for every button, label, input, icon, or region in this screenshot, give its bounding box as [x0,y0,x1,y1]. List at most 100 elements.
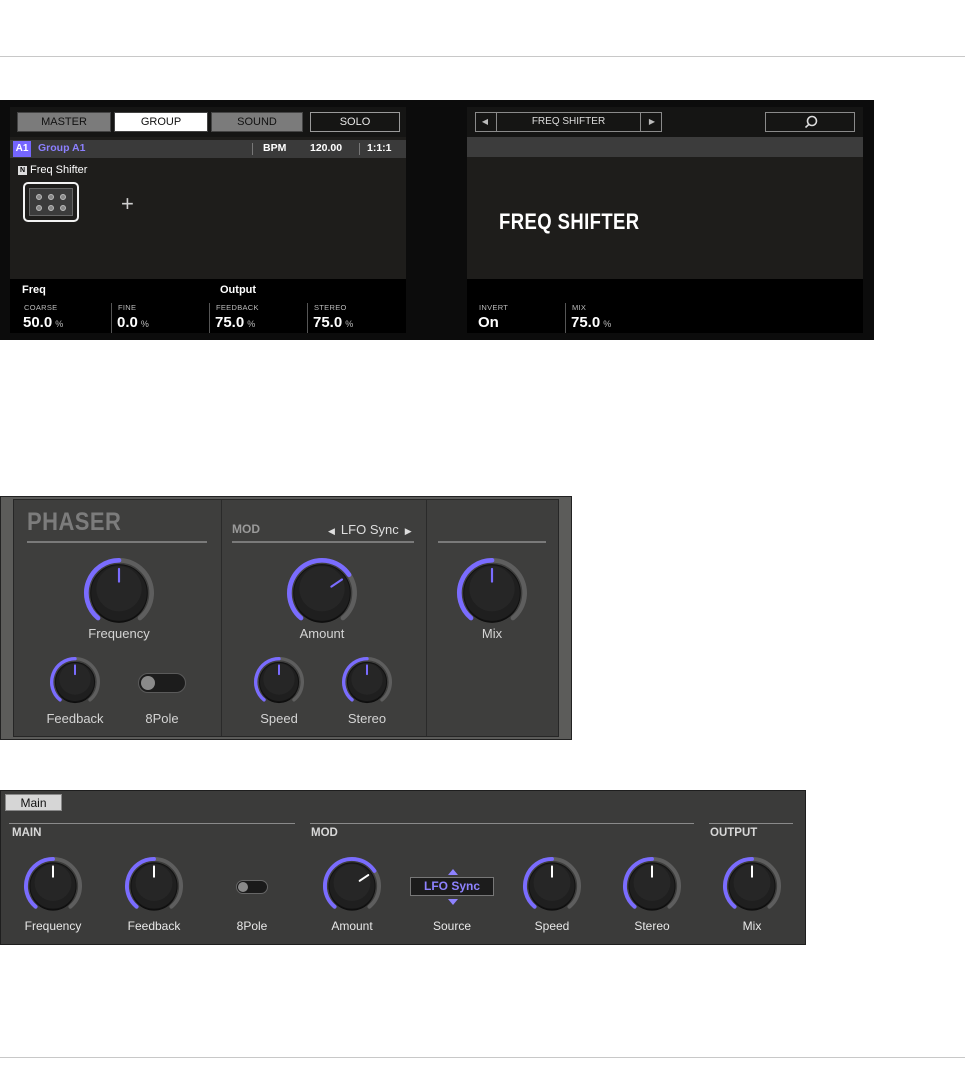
speed-label: Speed [260,711,298,726]
section-freq: Freq [22,284,46,296]
param-coarse[interactable]: COARSE 50.0% [18,303,110,333]
display-tab-bar: MASTER GROUP SOUND SOLO [10,107,406,137]
bar-separator [359,143,360,155]
output-section-label: OUTPUT [710,827,758,839]
display-tab-bar: ◀ FREQ SHIFTER ▶ [467,107,863,137]
lfo-mode-value: LFO Sync [340,522,399,537]
bar-separator [252,143,253,155]
section-divider [221,500,222,736]
phaser-plugin-panel: PHASER MOD ◀ LFO Sync ▶ Frequency Feedback… [0,496,572,740]
param-name: COARSE [24,303,58,312]
output-underline [438,541,546,543]
add-plugin-icon[interactable]: + [121,193,134,215]
section-output: Output [220,284,257,296]
preset-next-icon[interactable]: ▶ [643,113,661,131]
tab-master[interactable]: MASTER [17,112,111,132]
hardware-displays: MASTER GROUP SOUND SOLO A1 Group A1 BPM … [0,100,874,340]
param-mix[interactable]: MIX 75.0% [565,303,663,333]
search-icon [804,115,818,129]
param-value: 50.0% [23,314,64,331]
param-name: INVERT [479,303,509,312]
speed-label: Speed [534,919,570,933]
lfo-mode-selector[interactable]: ◀ LFO Sync ▶ [328,522,412,537]
preset-selector[interactable]: ◀ FREQ SHIFTER ▶ [475,112,662,132]
amount-label: Amount [299,626,345,641]
tab-main[interactable]: Main [5,794,62,811]
frequency-knob[interactable] [83,557,155,629]
group-badge: A1 [13,141,31,157]
speed-knob[interactable] [522,856,582,916]
thumb-knob [36,194,42,200]
preset-name: FREQ SHIFTER [496,113,641,131]
amount-knob[interactable] [322,856,382,916]
main-section-label: MAIN [12,827,42,839]
mod-underline [232,541,414,543]
stereo-label: Stereo [634,919,670,933]
param-value: 75.0% [571,314,612,331]
thumb-knob [48,205,54,211]
8pole-toggle[interactable] [138,673,186,693]
toggle-knob [141,676,155,690]
param-value: 75.0% [313,314,354,331]
thumb-knob [36,205,42,211]
stereo-label: Stereo [347,711,387,726]
param-value: On [478,314,499,331]
bpm-label: BPM [263,142,287,154]
plugin-name: Freq Shifter [30,164,88,176]
bottom-divider [0,1057,965,1058]
preset-info-bar [467,137,863,157]
tab-sound[interactable]: SOUND [211,112,303,132]
lfo-next-icon[interactable]: ▶ [405,526,412,536]
plugin-thumbnail-icon [29,188,73,216]
amount-label: Amount [331,919,373,933]
param-fine[interactable]: FINE 0.0% [111,303,209,333]
param-value: 75.0% [215,314,256,331]
stereo-knob[interactable] [622,856,682,916]
plugin-title: FREQ SHIFTER [499,209,640,234]
source-up-icon[interactable] [448,869,458,875]
thumb-knob [48,194,54,200]
param-name: STEREO [314,303,347,312]
param-feedback[interactable]: FEEDBACK 75.0% [209,303,307,333]
tab-group[interactable]: GROUP [114,112,208,132]
speed-knob[interactable] [253,656,305,708]
param-name: MIX [572,303,587,312]
param-invert[interactable]: INVERT On [473,303,565,333]
group-info-bar: A1 Group A1 BPM 120.00 1:1:1 [10,140,406,158]
output-section-line [709,823,793,824]
param-name: FEEDBACK [216,303,259,312]
mix-knob[interactable] [456,557,528,629]
frequency-label: Frequency [24,919,82,933]
mix-knob[interactable] [722,856,782,916]
plugin-slot-label: N Freq Shifter [18,164,87,176]
source-down-icon[interactable] [448,899,458,905]
main-section-line [9,823,295,824]
feedback-label: Feedback [46,711,104,726]
frequency-label: Frequency [88,626,150,641]
param-stereo[interactable]: STEREO 75.0% [307,303,405,333]
plugin-slot[interactable] [23,182,79,222]
toggle-knob [238,882,248,892]
lfo-prev-icon[interactable]: ◀ [328,526,335,536]
preset-prev-icon[interactable]: ◀ [476,113,494,131]
tab-solo[interactable]: SOLO [310,112,400,132]
param-name: FINE [118,303,137,312]
search-button[interactable] [765,112,855,132]
source-selector[interactable]: LFO Sync [410,877,494,896]
plugin-title: PHASER [27,508,122,536]
top-divider [0,56,965,57]
8pole-label: 8Pole [236,919,268,933]
8pole-toggle[interactable] [236,880,268,894]
param-value: 0.0% [117,314,149,331]
feedback-knob[interactable] [49,656,101,708]
stereo-knob[interactable] [341,656,393,708]
mix-label: Mix [742,919,762,933]
thumb-knob [60,205,66,211]
title-underline [27,541,207,543]
amount-knob[interactable] [286,557,358,629]
mod-section-line [310,823,694,824]
phaser-panel-body: PHASER MOD ◀ LFO Sync ▶ Frequency Feedback… [13,499,559,737]
plugin-parameter-strip: Main MAIN MOD OUTPUT Frequency Feedback … [0,790,806,945]
frequency-knob[interactable] [23,856,83,916]
feedback-knob[interactable] [124,856,184,916]
